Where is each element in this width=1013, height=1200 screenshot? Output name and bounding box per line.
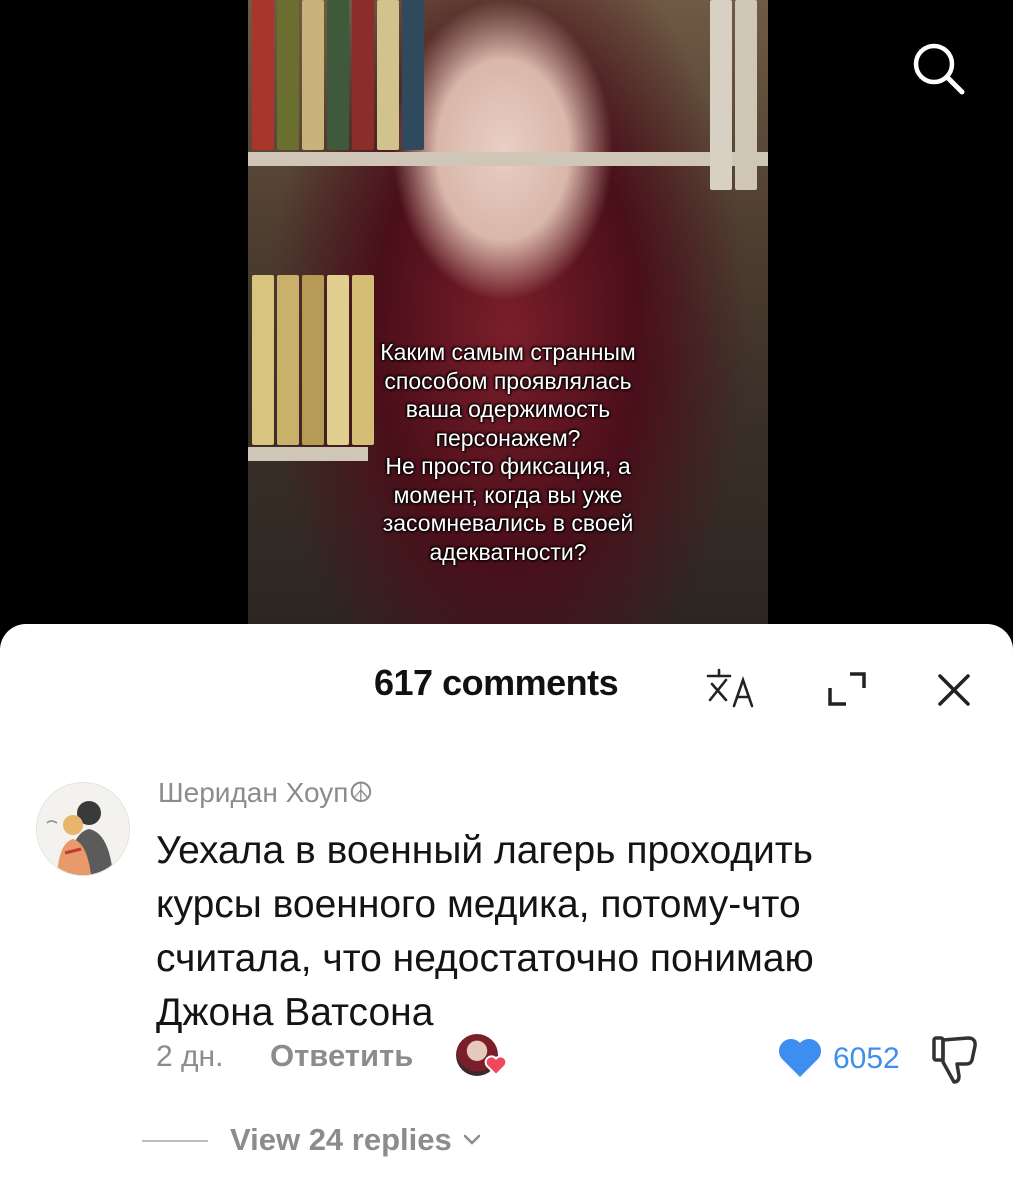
- expand-icon: [828, 672, 866, 706]
- translate-icon: [706, 668, 754, 708]
- shelf: [248, 152, 768, 166]
- video-frame[interactable]: Каким самым странным способом проявлялас…: [248, 0, 768, 640]
- view-replies-label: View 24 replies: [230, 1122, 452, 1157]
- thumbs-down-icon: [932, 1036, 977, 1084]
- bookshelf-top: [252, 0, 424, 150]
- dislike-button[interactable]: [930, 1032, 982, 1086]
- video-player[interactable]: Каким самым странным способом проявлялас…: [0, 0, 1013, 640]
- view-replies-button[interactable]: View 24 replies: [230, 1122, 482, 1158]
- search-icon: [913, 43, 965, 95]
- search-button[interactable]: [906, 36, 970, 100]
- heart-icon: [484, 1055, 508, 1076]
- close-icon: [938, 674, 970, 706]
- heart-icon: [778, 1038, 822, 1077]
- translate-button[interactable]: [704, 664, 760, 712]
- comment-time: 2 дн.: [156, 1040, 224, 1073]
- creator-liked-badge: [456, 1034, 512, 1082]
- avatar-illustration: [37, 783, 129, 875]
- comments-title: 617 comments: [374, 662, 619, 703]
- video-caption: Каким самым странным способом проявлялас…: [380, 339, 636, 565]
- like-count: 6052: [833, 1042, 900, 1075]
- chevron-down-icon: [463, 1134, 480, 1145]
- expand-button[interactable]: [822, 666, 872, 712]
- comment-author[interactable]: Шеридан Хоуп☮: [158, 776, 373, 809]
- replies-divider: [142, 1140, 208, 1142]
- like-button[interactable]: [776, 1034, 824, 1082]
- reply-button[interactable]: Ответить: [270, 1038, 413, 1074]
- comments-sheet: 617 comments Шеридан Хоуп☮ Уехала в воен…: [0, 624, 1013, 1200]
- comment-text: Уехала в военный лагерь проходить курсы …: [156, 829, 814, 1034]
- close-button[interactable]: [930, 666, 978, 714]
- avatar[interactable]: [36, 782, 130, 876]
